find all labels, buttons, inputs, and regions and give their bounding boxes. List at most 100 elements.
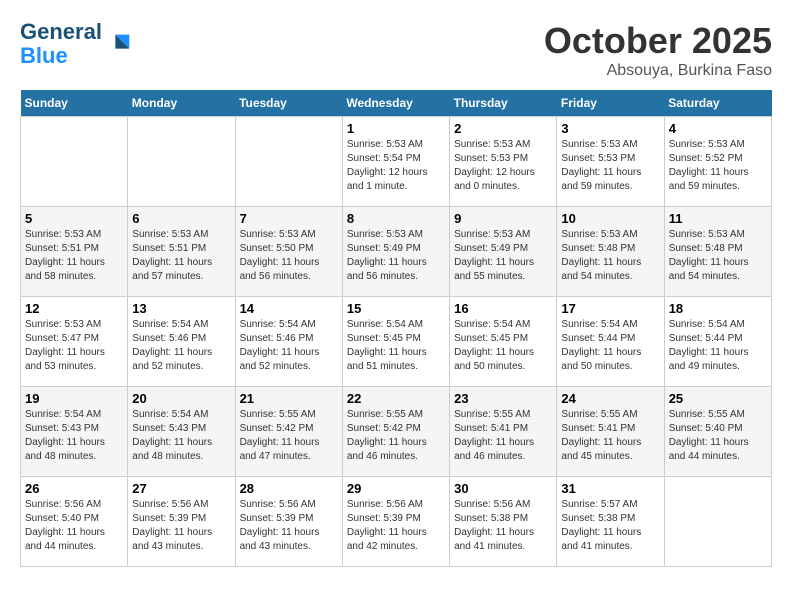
day-info: Sunrise: 5:53 AM Sunset: 5:51 PM Dayligh… xyxy=(132,228,230,284)
day-number: 14 xyxy=(240,301,338,316)
day-cell-25: 25 Sunrise: 5:55 AM Sunset: 5:40 PM Dayli… xyxy=(664,387,771,477)
week-row-3: 12 Sunrise: 5:53 AM Sunset: 5:47 PM Dayli… xyxy=(21,297,772,387)
day-number: 12 xyxy=(25,301,123,316)
day-number: 25 xyxy=(669,391,767,406)
page-header: General Blue October 2025 Absouya, Burki… xyxy=(20,20,772,80)
weekday-header-saturday: Saturday xyxy=(664,90,771,117)
day-number: 16 xyxy=(454,301,552,316)
day-number: 10 xyxy=(561,211,659,226)
day-number: 28 xyxy=(240,481,338,496)
day-info: Sunrise: 5:56 AM Sunset: 5:39 PM Dayligh… xyxy=(347,498,445,554)
day-info: Sunrise: 5:54 AM Sunset: 5:45 PM Dayligh… xyxy=(454,318,552,374)
day-cell-9: 9 Sunrise: 5:53 AM Sunset: 5:49 PM Daylig… xyxy=(450,207,557,297)
day-number: 4 xyxy=(669,121,767,136)
day-info: Sunrise: 5:54 AM Sunset: 5:45 PM Dayligh… xyxy=(347,318,445,374)
day-number: 11 xyxy=(669,211,767,226)
day-info: Sunrise: 5:56 AM Sunset: 5:40 PM Dayligh… xyxy=(25,498,123,554)
weekday-header-friday: Friday xyxy=(557,90,664,117)
day-number: 7 xyxy=(240,211,338,226)
week-row-1: 1Sunrise: 5:53 AM Sunset: 5:54 PM Daylig… xyxy=(21,117,772,207)
week-row-2: 5 Sunrise: 5:53 AM Sunset: 5:51 PM Daylig… xyxy=(21,207,772,297)
day-number: 8 xyxy=(347,211,445,226)
logo-general: General xyxy=(20,19,102,44)
weekday-header-monday: Monday xyxy=(128,90,235,117)
day-cell-21: 21 Sunrise: 5:55 AM Sunset: 5:42 PM Dayli… xyxy=(235,387,342,477)
day-number: 31 xyxy=(561,481,659,496)
empty-cell xyxy=(128,117,235,207)
day-cell-29: 29 Sunrise: 5:56 AM Sunset: 5:39 PM Dayli… xyxy=(342,477,449,567)
day-info: Sunrise: 5:56 AM Sunset: 5:39 PM Dayligh… xyxy=(132,498,230,554)
day-cell-26: 26Sunrise: 5:56 AM Sunset: 5:40 PM Dayli… xyxy=(21,477,128,567)
page-subtitle: Absouya, Burkina Faso xyxy=(544,62,772,80)
day-cell-3: 3 Sunrise: 5:53 AM Sunset: 5:53 PM Daylig… xyxy=(557,117,664,207)
day-cell-24: 24 Sunrise: 5:55 AM Sunset: 5:41 PM Dayli… xyxy=(557,387,664,477)
week-row-4: 19Sunrise: 5:54 AM Sunset: 5:43 PM Dayli… xyxy=(21,387,772,477)
day-cell-27: 27 Sunrise: 5:56 AM Sunset: 5:39 PM Dayli… xyxy=(128,477,235,567)
day-info: Sunrise: 5:53 AM Sunset: 5:48 PM Dayligh… xyxy=(669,228,767,284)
title-block: October 2025 Absouya, Burkina Faso xyxy=(544,20,772,80)
day-cell-10: 10 Sunrise: 5:53 AM Sunset: 5:48 PM Dayli… xyxy=(557,207,664,297)
logo-icon xyxy=(106,30,134,58)
day-number: 29 xyxy=(347,481,445,496)
day-info: Sunrise: 5:53 AM Sunset: 5:50 PM Dayligh… xyxy=(240,228,338,284)
day-cell-7: 7 Sunrise: 5:53 AM Sunset: 5:50 PM Daylig… xyxy=(235,207,342,297)
empty-cell xyxy=(235,117,342,207)
day-cell-14: 14 Sunrise: 5:54 AM Sunset: 5:46 PM Dayli… xyxy=(235,297,342,387)
day-number: 13 xyxy=(132,301,230,316)
weekday-header-thursday: Thursday xyxy=(450,90,557,117)
day-number: 15 xyxy=(347,301,445,316)
day-number: 24 xyxy=(561,391,659,406)
empty-cell xyxy=(664,477,771,567)
calendar-table: SundayMondayTuesdayWednesdayThursdayFrid… xyxy=(20,90,772,567)
day-cell-22: 22Sunrise: 5:55 AM Sunset: 5:42 PM Dayli… xyxy=(342,387,449,477)
day-number: 27 xyxy=(132,481,230,496)
day-cell-31: 31Sunrise: 5:57 AM Sunset: 5:38 PM Dayli… xyxy=(557,477,664,567)
day-number: 17 xyxy=(561,301,659,316)
day-number: 2 xyxy=(454,121,552,136)
day-number: 22 xyxy=(347,391,445,406)
day-info: Sunrise: 5:53 AM Sunset: 5:48 PM Dayligh… xyxy=(561,228,659,284)
day-number: 21 xyxy=(240,391,338,406)
day-info: Sunrise: 5:54 AM Sunset: 5:43 PM Dayligh… xyxy=(132,408,230,464)
day-cell-16: 16 Sunrise: 5:54 AM Sunset: 5:45 PM Dayli… xyxy=(450,297,557,387)
day-number: 20 xyxy=(132,391,230,406)
weekday-header-sunday: Sunday xyxy=(21,90,128,117)
day-info: Sunrise: 5:55 AM Sunset: 5:40 PM Dayligh… xyxy=(669,408,767,464)
day-cell-11: 11 Sunrise: 5:53 AM Sunset: 5:48 PM Dayli… xyxy=(664,207,771,297)
day-cell-28: 28 Sunrise: 5:56 AM Sunset: 5:39 PM Dayli… xyxy=(235,477,342,567)
logo-blue: Blue xyxy=(20,43,68,68)
day-number: 6 xyxy=(132,211,230,226)
weekday-header-tuesday: Tuesday xyxy=(235,90,342,117)
day-info: Sunrise: 5:55 AM Sunset: 5:42 PM Dayligh… xyxy=(240,408,338,464)
day-info: Sunrise: 5:53 AM Sunset: 5:49 PM Dayligh… xyxy=(454,228,552,284)
day-number: 18 xyxy=(669,301,767,316)
day-info: Sunrise: 5:56 AM Sunset: 5:38 PM Dayligh… xyxy=(454,498,552,554)
day-cell-19: 19Sunrise: 5:54 AM Sunset: 5:43 PM Dayli… xyxy=(21,387,128,477)
day-number: 5 xyxy=(25,211,123,226)
day-cell-6: 6 Sunrise: 5:53 AM Sunset: 5:51 PM Daylig… xyxy=(128,207,235,297)
day-cell-30: 30Sunrise: 5:56 AM Sunset: 5:38 PM Dayli… xyxy=(450,477,557,567)
day-cell-18: 18Sunrise: 5:54 AM Sunset: 5:44 PM Dayli… xyxy=(664,297,771,387)
day-number: 9 xyxy=(454,211,552,226)
day-cell-13: 13 Sunrise: 5:54 AM Sunset: 5:46 PM Dayli… xyxy=(128,297,235,387)
day-info: Sunrise: 5:53 AM Sunset: 5:54 PM Dayligh… xyxy=(347,138,445,194)
day-number: 3 xyxy=(561,121,659,136)
day-info: Sunrise: 5:53 AM Sunset: 5:53 PM Dayligh… xyxy=(561,138,659,194)
empty-cell xyxy=(21,117,128,207)
day-info: Sunrise: 5:54 AM Sunset: 5:46 PM Dayligh… xyxy=(132,318,230,374)
day-cell-1: 1Sunrise: 5:53 AM Sunset: 5:54 PM Daylig… xyxy=(342,117,449,207)
day-info: Sunrise: 5:55 AM Sunset: 5:41 PM Dayligh… xyxy=(561,408,659,464)
weekday-header-wednesday: Wednesday xyxy=(342,90,449,117)
day-cell-5: 5Sunrise: 5:53 AM Sunset: 5:51 PM Daylig… xyxy=(21,207,128,297)
day-info: Sunrise: 5:54 AM Sunset: 5:46 PM Dayligh… xyxy=(240,318,338,374)
day-cell-17: 17Sunrise: 5:54 AM Sunset: 5:44 PM Dayli… xyxy=(557,297,664,387)
day-cell-2: 2 Sunrise: 5:53 AM Sunset: 5:53 PM Daylig… xyxy=(450,117,557,207)
day-info: Sunrise: 5:54 AM Sunset: 5:43 PM Dayligh… xyxy=(25,408,123,464)
logo: General Blue xyxy=(20,20,134,68)
day-info: Sunrise: 5:53 AM Sunset: 5:53 PM Dayligh… xyxy=(454,138,552,194)
day-cell-15: 15 Sunrise: 5:54 AM Sunset: 5:45 PM Dayli… xyxy=(342,297,449,387)
day-info: Sunrise: 5:53 AM Sunset: 5:52 PM Dayligh… xyxy=(669,138,767,194)
day-info: Sunrise: 5:53 AM Sunset: 5:47 PM Dayligh… xyxy=(25,318,123,374)
day-info: Sunrise: 5:56 AM Sunset: 5:39 PM Dayligh… xyxy=(240,498,338,554)
day-cell-12: 12 Sunrise: 5:53 AM Sunset: 5:47 PM Dayli… xyxy=(21,297,128,387)
